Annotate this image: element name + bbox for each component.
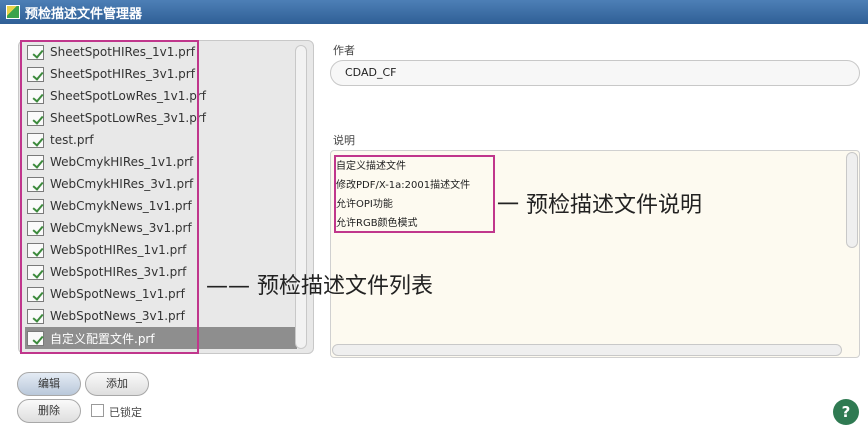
profile-file-icon <box>27 110 44 126</box>
profile-file-icon <box>27 66 44 82</box>
profile-list-item[interactable]: SheetSpotHIRes_3v1.prf <box>25 63 297 85</box>
edit-button[interactable]: 编辑 <box>17 372 81 396</box>
annotation-list: —— 预检描述文件列表 <box>206 274 433 299</box>
description-vertical-scrollbar[interactable] <box>846 152 858 248</box>
profile-name: 自定义配置文件.prf <box>50 331 155 346</box>
profile-list-item[interactable]: test.prf <box>25 129 297 151</box>
profile-file-icon <box>27 330 44 346</box>
profile-name: test.prf <box>50 133 94 147</box>
description-label: 说明 <box>333 134 355 147</box>
profile-name: WebCmykNews_3v1.prf <box>50 221 192 235</box>
profile-name: WebSpotHIRes_1v1.prf <box>50 243 187 257</box>
annotation-description: 一 预检描述文件说明 <box>497 193 702 218</box>
profile-name: SheetSpotLowRes_3v1.prf <box>50 111 206 125</box>
profile-file-icon <box>27 44 44 60</box>
profile-list-item[interactable]: SheetSpotLowRes_1v1.prf <box>25 85 297 107</box>
window-title: 预检描述文件管理器 <box>25 6 143 22</box>
delete-button[interactable]: 删除 <box>17 399 81 423</box>
title-bar: 预检描述文件管理器 <box>0 0 868 24</box>
locked-label: 已锁定 <box>109 406 142 419</box>
description-horizontal-scrollbar[interactable] <box>332 344 842 356</box>
profile-file-icon <box>27 242 44 258</box>
app-icon <box>6 5 20 19</box>
description-line: 允许RGB颜色模式 <box>336 218 418 229</box>
description-text: 自定义描述文件 修改PDF/X-1a:2001描述文件 允许OPI功能 允许RG… <box>336 157 470 233</box>
profile-name: SheetSpotHIRes_3v1.prf <box>50 67 195 81</box>
help-button[interactable]: ? <box>833 399 859 425</box>
author-field[interactable]: CDAD_CF <box>330 60 860 86</box>
profile-name: WebSpotNews_3v1.prf <box>50 309 185 323</box>
profile-name: WebCmykHIRes_1v1.prf <box>50 155 194 169</box>
profile-file-icon <box>27 220 44 236</box>
profile-list-item[interactable]: 自定义配置文件.prf <box>25 327 297 349</box>
profile-name: SheetSpotLowRes_1v1.prf <box>50 89 206 103</box>
profile-list-item[interactable]: WebCmykNews_3v1.prf <box>25 217 297 239</box>
profile-list-item[interactable]: WebCmykNews_1v1.prf <box>25 195 297 217</box>
profile-list[interactable]: SheetSpotHIRes_1v1.prf SheetSpotHIRes_3v1… <box>25 41 297 349</box>
add-button[interactable]: 添加 <box>85 372 149 396</box>
profile-list-item[interactable]: SheetSpotLowRes_3v1.prf <box>25 107 297 129</box>
description-line: 允许OPI功能 <box>336 199 393 210</box>
profile-name: WebCmykNews_1v1.prf <box>50 199 192 213</box>
profile-list-item[interactable]: WebCmykHIRes_1v1.prf <box>25 151 297 173</box>
author-label: 作者 <box>333 44 355 57</box>
profile-file-icon <box>27 308 44 324</box>
profile-list-item[interactable]: WebSpotNews_3v1.prf <box>25 305 297 327</box>
profile-name: WebCmykHIRes_3v1.prf <box>50 177 194 191</box>
profile-file-icon <box>27 176 44 192</box>
list-scrollbar[interactable] <box>295 45 307 349</box>
profile-file-icon <box>27 132 44 148</box>
profile-name: SheetSpotHIRes_1v1.prf <box>50 45 195 59</box>
profile-file-icon <box>27 286 44 302</box>
profile-file-icon <box>27 264 44 280</box>
profile-list-item[interactable]: SheetSpotHIRes_1v1.prf <box>25 41 297 63</box>
profile-name: WebSpotHIRes_3v1.prf <box>50 265 187 279</box>
profile-file-icon <box>27 198 44 214</box>
profile-list-item[interactable]: WebSpotHIRes_1v1.prf <box>25 239 297 261</box>
locked-checkbox[interactable] <box>91 404 104 417</box>
profile-list-panel[interactable]: SheetSpotHIRes_1v1.prf SheetSpotHIRes_3v1… <box>18 40 314 354</box>
description-line: 修改PDF/X-1a:2001描述文件 <box>336 180 471 191</box>
description-line: 自定义描述文件 <box>336 161 406 172</box>
profile-name: WebSpotNews_1v1.prf <box>50 287 185 301</box>
profile-file-icon <box>27 88 44 104</box>
profile-list-item[interactable]: WebCmykHIRes_3v1.prf <box>25 173 297 195</box>
profile-file-icon <box>27 154 44 170</box>
